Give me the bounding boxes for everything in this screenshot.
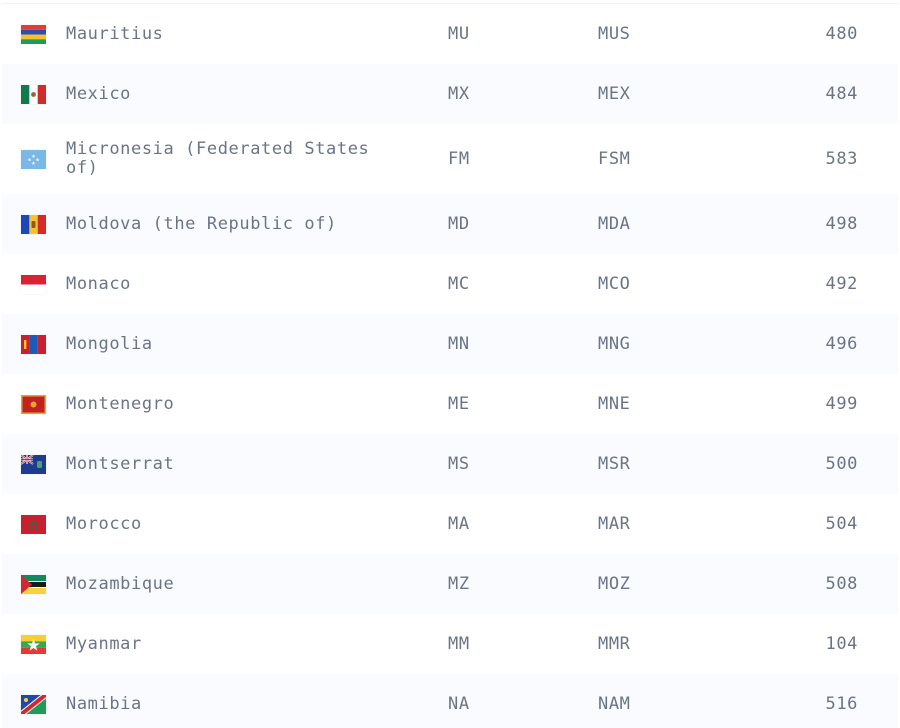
country-name: Monaco: [66, 273, 132, 294]
alpha3-code: MOZ: [598, 574, 631, 594]
flag-morocco-icon: [21, 514, 46, 534]
numeric-code: 504: [825, 514, 858, 534]
country-name: Mozambique: [66, 573, 175, 594]
alpha2-code: MC: [448, 274, 470, 294]
flag-montserrat-icon: [21, 454, 46, 474]
numeric-code: 484: [825, 84, 858, 104]
table-row[interactable]: Namibia NA NAM 516: [2, 674, 898, 728]
alpha2-code: MA: [448, 514, 470, 534]
alpha3-code: MSR: [598, 454, 631, 474]
alpha2-code: FM: [448, 149, 470, 169]
alpha2-code: NA: [448, 694, 470, 714]
numeric-code: 500: [825, 454, 858, 474]
country-name: Namibia: [66, 693, 142, 714]
country-name: Montenegro: [66, 393, 175, 414]
table-row[interactable]: Montserrat MS MSR 500: [2, 434, 898, 494]
flag-mongolia-icon: [21, 334, 46, 354]
country-name: Mauritius: [66, 23, 164, 44]
numeric-code: 496: [825, 334, 858, 354]
alpha3-code: MAR: [598, 514, 631, 534]
alpha3-code: FSM: [598, 149, 631, 169]
flag-montenegro-icon: [21, 394, 46, 414]
alpha3-code: MMR: [598, 634, 631, 654]
table-row[interactable]: Mexico MX MEX 484: [2, 64, 898, 124]
numeric-code: 480: [825, 24, 858, 44]
numeric-code: 104: [825, 634, 858, 654]
numeric-code: 499: [825, 394, 858, 414]
page: Mauritius MU MUS 480 Mexico MX MEX 484 M…: [0, 0, 900, 728]
alpha2-code: MS: [448, 454, 470, 474]
alpha2-code: MN: [448, 334, 470, 354]
alpha3-code: NAM: [598, 694, 631, 714]
numeric-code: 516: [825, 694, 858, 714]
flag-monaco-icon: [21, 274, 46, 294]
table-row[interactable]: Myanmar MM MMR 104: [2, 614, 898, 674]
alpha3-code: MNE: [598, 394, 631, 414]
flag-myanmar-icon: [21, 634, 46, 654]
country-table: Mauritius MU MUS 480 Mexico MX MEX 484 M…: [2, 3, 898, 728]
table-row[interactable]: Moldova (the Republic of) MD MDA 498: [2, 194, 898, 254]
country-name: Montserrat: [66, 453, 175, 474]
table-row[interactable]: Micronesia (Federated States of) FM FSM …: [2, 124, 898, 194]
numeric-code: 583: [825, 149, 858, 169]
alpha3-code: MEX: [598, 84, 631, 104]
alpha2-code: MU: [448, 24, 470, 44]
alpha2-code: ME: [448, 394, 470, 414]
country-name: Myanmar: [66, 633, 142, 654]
table-row[interactable]: Monaco MC MCO 492: [2, 254, 898, 314]
table-row[interactable]: Montenegro ME MNE 499: [2, 374, 898, 434]
country-name: Mongolia: [66, 333, 153, 354]
numeric-code: 492: [825, 274, 858, 294]
numeric-code: 498: [825, 214, 858, 234]
alpha3-code: MUS: [598, 24, 631, 44]
table-row[interactable]: Morocco MA MAR 504: [2, 494, 898, 554]
flag-moldova-icon: [21, 214, 46, 234]
flag-mozambique-icon: [21, 574, 46, 594]
alpha3-code: MNG: [598, 334, 631, 354]
numeric-code: 508: [825, 574, 858, 594]
alpha2-code: MD: [448, 214, 470, 234]
table-row[interactable]: Mongolia MN MNG 496: [2, 314, 898, 374]
flag-namibia-icon: [21, 694, 46, 714]
alpha2-code: MM: [448, 634, 470, 654]
country-name: Mexico: [66, 83, 132, 104]
alpha3-code: MDA: [598, 214, 631, 234]
country-name: Moldova (the Republic of): [66, 213, 337, 234]
flag-mexico-icon: [21, 84, 46, 104]
country-name: Morocco: [66, 513, 142, 534]
table-row[interactable]: Mauritius MU MUS 480: [2, 4, 898, 64]
alpha2-code: MZ: [448, 574, 470, 594]
country-name: Micronesia (Federated States of): [66, 139, 370, 178]
table-row[interactable]: Mozambique MZ MOZ 508: [2, 554, 898, 614]
flag-mauritius-icon: [21, 24, 46, 44]
alpha2-code: MX: [448, 84, 470, 104]
alpha3-code: MCO: [598, 274, 631, 294]
flag-micronesia-icon: [21, 149, 46, 169]
